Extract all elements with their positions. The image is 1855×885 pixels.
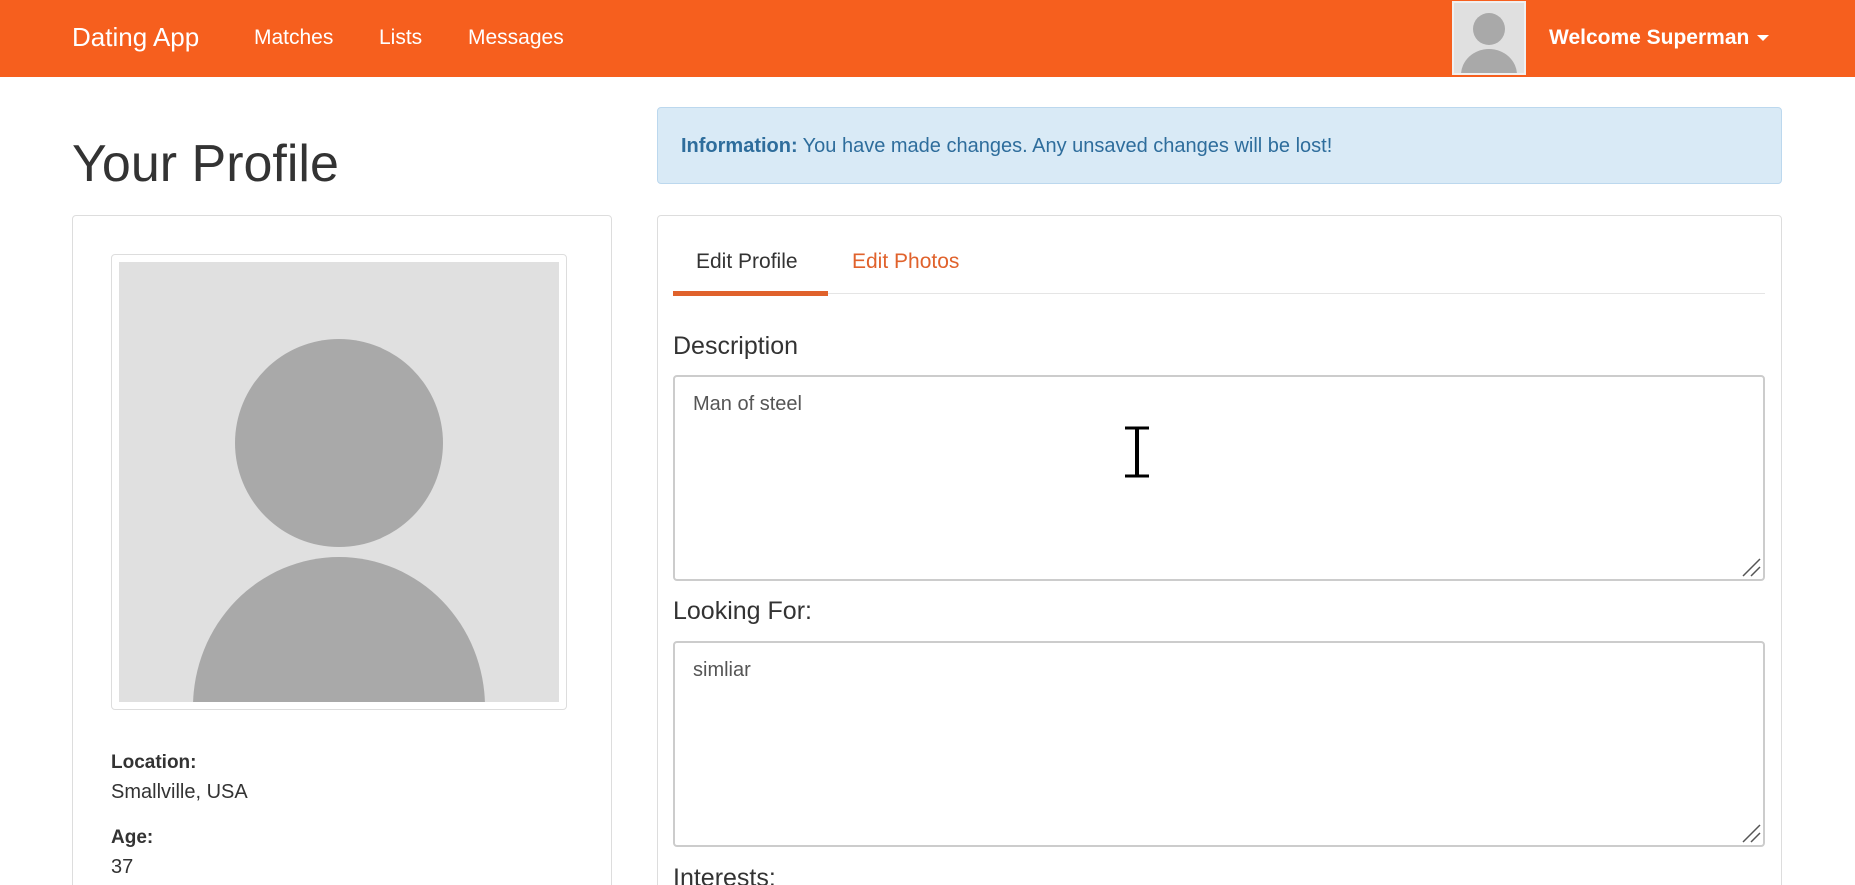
- description-value: Man of steel: [693, 393, 802, 415]
- nav-avatar[interactable]: [1452, 1, 1526, 75]
- location-value: Smallville, USA: [111, 781, 248, 803]
- info-alert: Information: You have made changes. Any u…: [657, 107, 1782, 184]
- alert-text: Information: You have made changes. Any u…: [681, 135, 1332, 158]
- user-placeholder-icon: [1454, 3, 1524, 73]
- description-label: Description: [673, 332, 799, 360]
- looking-for-value: simliar: [693, 659, 751, 681]
- age-label: Age:: [111, 827, 154, 848]
- age-value: 37: [111, 856, 134, 878]
- description-textarea[interactable]: Man of steel: [673, 375, 1765, 581]
- tab-edit-profile[interactable]: Edit Profile: [696, 250, 798, 274]
- user-menu-toggle[interactable]: Welcome Superman: [1549, 26, 1770, 50]
- interests-label: Interests:: [673, 864, 776, 885]
- tab-edit-photos[interactable]: Edit Photos: [852, 250, 959, 274]
- nav-link-matches[interactable]: Matches: [254, 26, 333, 50]
- resize-grip-icon[interactable]: [1739, 821, 1761, 843]
- user-placeholder-icon: [119, 262, 559, 702]
- brand-link[interactable]: Dating App: [72, 22, 199, 53]
- alert-label: Information:: [681, 135, 798, 157]
- page-title: Your Profile: [72, 135, 339, 193]
- alert-message: You have made changes. Any unsaved chang…: [802, 135, 1333, 157]
- looking-for-textarea[interactable]: simliar: [673, 641, 1765, 847]
- location-label: Location:: [111, 752, 197, 773]
- nav-link-lists[interactable]: Lists: [379, 26, 422, 50]
- text-cursor-icon: [1125, 426, 1149, 478]
- resize-grip-icon[interactable]: [1739, 555, 1761, 577]
- caret-down-icon: [1757, 35, 1770, 42]
- active-tab-indicator: [673, 291, 828, 296]
- looking-for-label: Looking For:: [673, 597, 812, 625]
- nav-link-messages[interactable]: Messages: [468, 26, 564, 50]
- profile-photo: [119, 262, 559, 702]
- top-navbar: Dating App Matches Lists Messages Welcom…: [0, 0, 1855, 77]
- welcome-text: Welcome Superman: [1549, 26, 1750, 49]
- tabs-divider: [673, 293, 1765, 294]
- profile-photo-frame: [111, 254, 567, 710]
